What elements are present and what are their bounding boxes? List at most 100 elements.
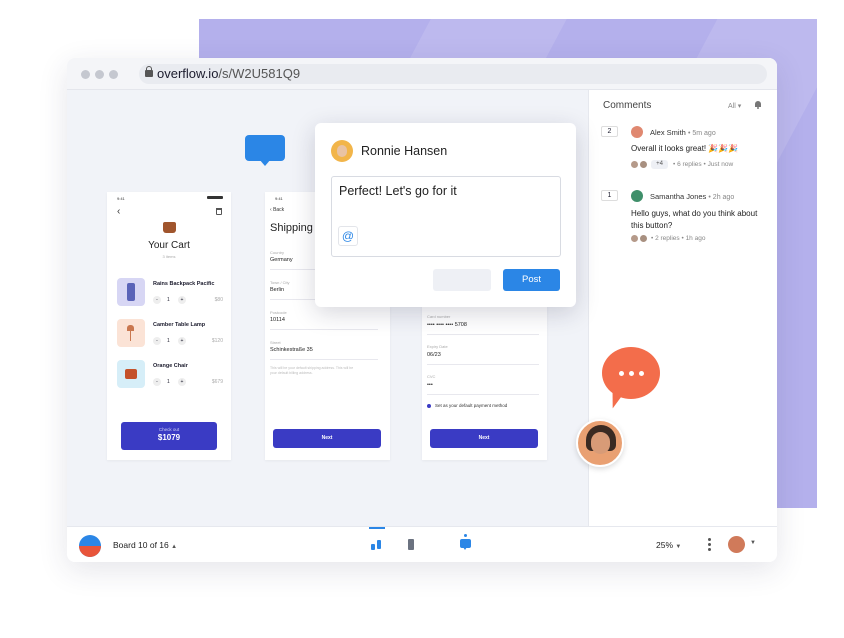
ellipsis-bubble-icon[interactable] [602,347,660,411]
kebab-menu-icon[interactable] [708,537,711,553]
field-divider [427,364,539,365]
field-value: ••• [427,382,433,388]
cart-item[interactable]: Camber Table Lamp - 1 + $120 [117,319,223,349]
flow-view-icon[interactable] [371,539,383,551]
payment-field[interactable]: Card number •••• •••• •••• 5708 [427,314,539,335]
status-time: 9:41 [117,196,125,201]
backpack-image [127,283,135,301]
chevron-up-icon: ▲ [171,544,178,550]
reply-textarea[interactable]: Perfect! Let's go for it @ [331,176,561,257]
product-name: Rains Backpack Pacific [153,281,215,287]
next-button[interactable]: Next [273,429,381,448]
zoom-selector[interactable]: 25% ▼ [656,540,681,550]
back-label: Back [273,207,285,213]
field-label: Postcode [270,310,287,315]
lock-icon [145,66,153,77]
lamp-stem [130,331,131,341]
avatar [631,126,643,138]
bag-icon [163,222,176,233]
decrement-button[interactable]: - [153,378,161,386]
cart-screen[interactable]: 9:41 ‹ Your Cart 3 items Rains Backpack … [107,192,231,460]
field-divider [270,329,378,330]
decrement-button[interactable]: - [153,337,161,345]
avatar [631,190,643,202]
window-dot[interactable] [81,70,90,79]
bell-icon[interactable] [754,101,762,109]
product-price: $120 [211,338,223,344]
comment-thread[interactable]: 2 Alex Smith • 5m ago Overall it looks g… [601,126,771,176]
bubble-tail [259,159,271,166]
filter-dropdown[interactable]: All ▾ [728,102,741,110]
chevron-down-icon[interactable]: ▼ [750,540,756,546]
shipping-field[interactable]: Street Schinkestraße 35 [270,340,378,360]
decrement-button[interactable]: - [153,296,161,304]
field-value: Schinkestraße 35 [270,347,313,353]
window-dot[interactable] [109,70,118,79]
board-label: Board 10 of 16 [113,540,169,550]
cart-title: Your Cart [148,240,190,251]
chevron-down-icon: ▼ [675,544,682,550]
checkout-button[interactable]: Check out $1079 [121,422,217,450]
avatar [331,140,353,162]
default-payment-option[interactable]: Set as your default payment method [427,402,539,410]
thread-meta: • 2 replies • 1h ago [631,234,771,244]
status-icons [207,196,223,199]
thread-number: 1 [601,190,618,201]
back-link[interactable]: ‹ Back [270,207,284,213]
window-dot[interactable] [95,70,104,79]
cancel-button[interactable] [433,269,491,291]
next-button[interactable]: Next [430,429,538,448]
product-price: $80 [214,297,223,303]
comments-panel: Comments All ▾ 2 Alex Smith • 5m ago Ove… [588,90,777,526]
reply-info[interactable]: • 6 replies • Just now [673,161,733,168]
radio-selected[interactable] [427,404,431,408]
cart-subtitle: 3 items [162,254,176,259]
field-label: Expiry Date [427,344,448,349]
reply-count: 6 replies [677,161,702,168]
product-thumbnail [117,319,145,347]
board-selector[interactable]: Board 10 of 16 ▲ [113,540,177,550]
comments-title: Comments [603,100,652,111]
filter-value: All [728,103,736,110]
comment-author: Alex Smith • 5m ago [650,128,716,137]
bottom-toolbar: Board 10 of 16 ▲ 25% ▼ ▼ [67,526,777,562]
shipping-field[interactable]: Postcode 10114 [270,310,378,330]
chat-bubble-icon[interactable] [245,135,285,166]
quantity: 1 [167,297,170,303]
product-thumbnail [117,278,145,306]
increment-button[interactable]: + [178,296,186,304]
collaborator-avatar[interactable] [576,419,624,467]
cart-item[interactable]: Orange Chair - 1 + $679 [117,360,223,390]
workspace-logo[interactable] [79,535,101,557]
post-button[interactable]: Post [503,269,560,291]
comment-author: Samantha Jones • 2h ago [650,192,734,201]
url-bar[interactable]: overflow.io/s/W2U581Q9 [139,64,767,84]
reply-author: Ronnie Hansen [361,144,448,158]
payment-field[interactable]: Expiry Date 06/23 [427,344,539,365]
reply-avatar [640,161,647,168]
checkout-total: $1079 [157,433,181,442]
zoom-value: 25% [656,540,674,550]
chair-image [125,369,137,379]
comment-thread[interactable]: 1 Samantha Jones • 2h ago Hello guys, wh… [601,190,771,250]
field-value: 10114 [270,317,285,323]
reply-avatar [631,235,638,242]
time-value: 2h ago [712,194,735,201]
cart-item[interactable]: Rains Backpack Pacific - 1 + $80 [117,278,223,308]
logo-bottom-half [79,546,101,557]
increment-button[interactable]: + [178,337,186,345]
notification-dot [464,534,467,537]
default-payment-label: Set as your default payment method [435,403,508,408]
trash-icon[interactable] [216,208,222,215]
reply-info[interactable]: • 2 replies • 1h ago [651,235,705,242]
browser-titlebar: overflow.io/s/W2U581Q9 [67,58,777,90]
screen-view-icon[interactable] [408,539,414,550]
field-label: Card number [427,314,451,319]
payment-field[interactable]: CVC ••• [427,374,539,395]
comment-mode-icon[interactable] [460,539,471,550]
back-chevron-icon[interactable]: ‹ [117,206,120,217]
increment-button[interactable]: + [178,378,186,386]
mention-icon[interactable]: @ [338,226,358,246]
user-avatar[interactable] [728,536,745,553]
product-name: Orange Chair [153,363,188,369]
